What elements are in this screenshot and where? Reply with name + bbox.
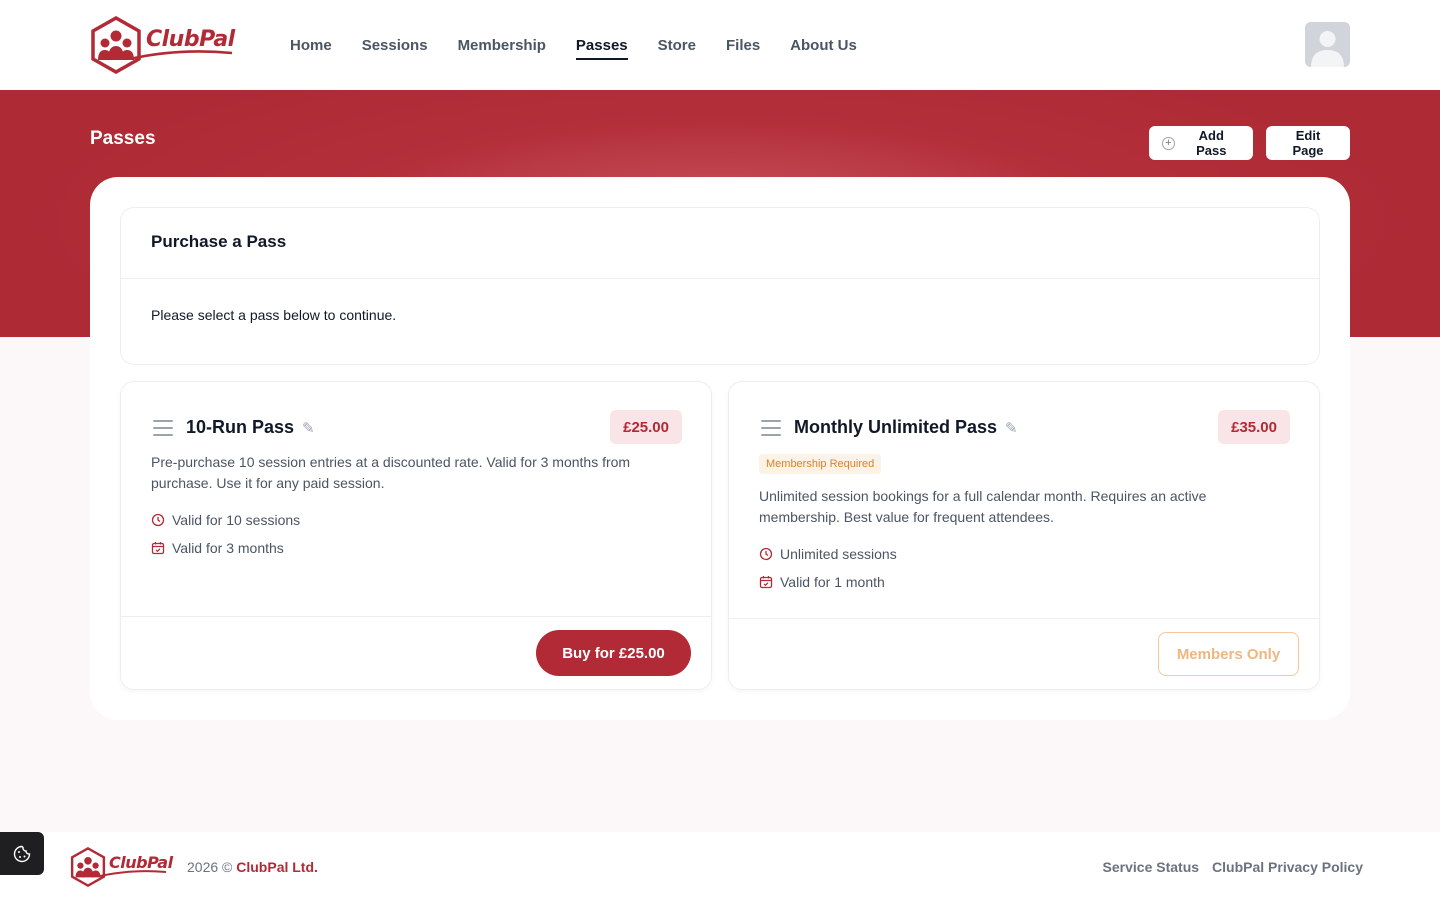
calendar-check-icon bbox=[151, 541, 165, 555]
user-avatar[interactable] bbox=[1305, 22, 1350, 67]
nav-passes[interactable]: Passes bbox=[575, 31, 628, 60]
pencil-edit-icon[interactable]: ✎ bbox=[302, 419, 315, 437]
clubpal-hex-people-logo-icon bbox=[91, 16, 141, 74]
edit-page-button[interactable]: Edit Page bbox=[1266, 126, 1350, 160]
logo-wordmark: ClubPal bbox=[146, 26, 235, 52]
footer-links: Service Status ClubPal Privacy Policy bbox=[1103, 859, 1363, 875]
clock-icon bbox=[759, 547, 773, 561]
purchase-instruction: Please select a pass below to continue. bbox=[151, 307, 397, 323]
purchase-heading: Purchase a Pass bbox=[121, 208, 1319, 279]
plus-circle-icon: + bbox=[1162, 136, 1175, 150]
clubpal-logo[interactable]: ClubPal bbox=[90, 16, 242, 74]
price-badge: £35.00 bbox=[1218, 410, 1290, 444]
pass-feature: Valid for 10 sessions bbox=[151, 512, 300, 528]
top-navigation-bar: ClubPal Home Sessions Membership Passes … bbox=[0, 0, 1440, 90]
card-footer: Members Only bbox=[729, 618, 1319, 689]
feature-text: Valid for 1 month bbox=[780, 574, 885, 590]
default-user-avatar-icon bbox=[1305, 22, 1350, 67]
drag-handle-icon[interactable] bbox=[153, 420, 173, 436]
add-pass-button[interactable]: + Add Pass bbox=[1149, 126, 1253, 160]
pass-card: 10-Run Pass ✎ £25.00 Pre-purchase 10 ses… bbox=[120, 381, 712, 690]
logo-swoosh bbox=[129, 49, 233, 60]
page-title: Passes bbox=[90, 128, 156, 149]
nav-sessions[interactable]: Sessions bbox=[362, 31, 428, 60]
company-name: ClubPal Ltd. bbox=[236, 859, 318, 875]
calendar-check-icon bbox=[759, 575, 773, 589]
privacy-policy-link[interactable]: ClubPal Privacy Policy bbox=[1212, 859, 1363, 875]
cookie-settings-button[interactable] bbox=[0, 832, 44, 875]
feature-text: Valid for 10 sessions bbox=[172, 512, 301, 528]
pass-name: Monthly Unlimited Pass bbox=[794, 417, 998, 437]
pass-title: Monthly Unlimited Pass ✎ bbox=[794, 417, 1018, 438]
nav-about-us[interactable]: About Us bbox=[790, 31, 857, 60]
clock-icon bbox=[151, 513, 165, 527]
pass-description: Pre-purchase 10 session entries at a dis… bbox=[151, 454, 631, 491]
buy-pass-button[interactable]: Buy for £25.00 bbox=[536, 630, 691, 676]
nav-membership[interactable]: Membership bbox=[458, 31, 546, 60]
pass-feature: Valid for 3 months bbox=[151, 540, 284, 556]
price-badge: £25.00 bbox=[610, 410, 682, 444]
nav-store[interactable]: Store bbox=[658, 31, 696, 60]
card-footer: Buy for £25.00 bbox=[121, 616, 711, 689]
purchase-pass-card: Purchase a Pass Please select a pass bel… bbox=[120, 207, 1320, 365]
pass-feature: Unlimited sessions bbox=[759, 546, 897, 562]
feature-text: Valid for 3 months bbox=[172, 540, 284, 556]
feature-text: Unlimited sessions bbox=[780, 546, 897, 562]
copyright-text: 2026 © ClubPal Ltd. bbox=[187, 859, 318, 875]
pass-description: Unlimited session bookings for a full ca… bbox=[759, 488, 1207, 525]
pass-card: Monthly Unlimited Pass ✎ £35.00 Membersh… bbox=[728, 381, 1320, 690]
main-nav: Home Sessions Membership Passes Store Fi… bbox=[290, 0, 857, 90]
membership-required-badge: Membership Required bbox=[759, 454, 882, 474]
cookie-icon bbox=[13, 845, 31, 862]
copyright-prefix: 2026 © bbox=[187, 859, 233, 875]
pencil-edit-icon[interactable]: ✎ bbox=[1005, 419, 1018, 437]
logo-swoosh bbox=[99, 870, 167, 877]
nav-files[interactable]: Files bbox=[726, 31, 760, 60]
pass-title: 10-Run Pass ✎ bbox=[186, 417, 315, 438]
service-status-link[interactable]: Service Status bbox=[1103, 859, 1200, 875]
add-pass-label: Add Pass bbox=[1196, 128, 1227, 158]
nav-home[interactable]: Home bbox=[290, 31, 332, 60]
pass-name: 10-Run Pass bbox=[186, 417, 295, 437]
footer-logo[interactable]: ClubPal bbox=[70, 846, 175, 888]
drag-handle-icon[interactable] bbox=[761, 420, 781, 436]
clubpal-hex-people-logo-icon bbox=[70, 847, 106, 887]
pass-feature: Valid for 1 month bbox=[759, 574, 885, 590]
members-only-button[interactable]: Members Only bbox=[1158, 632, 1299, 676]
